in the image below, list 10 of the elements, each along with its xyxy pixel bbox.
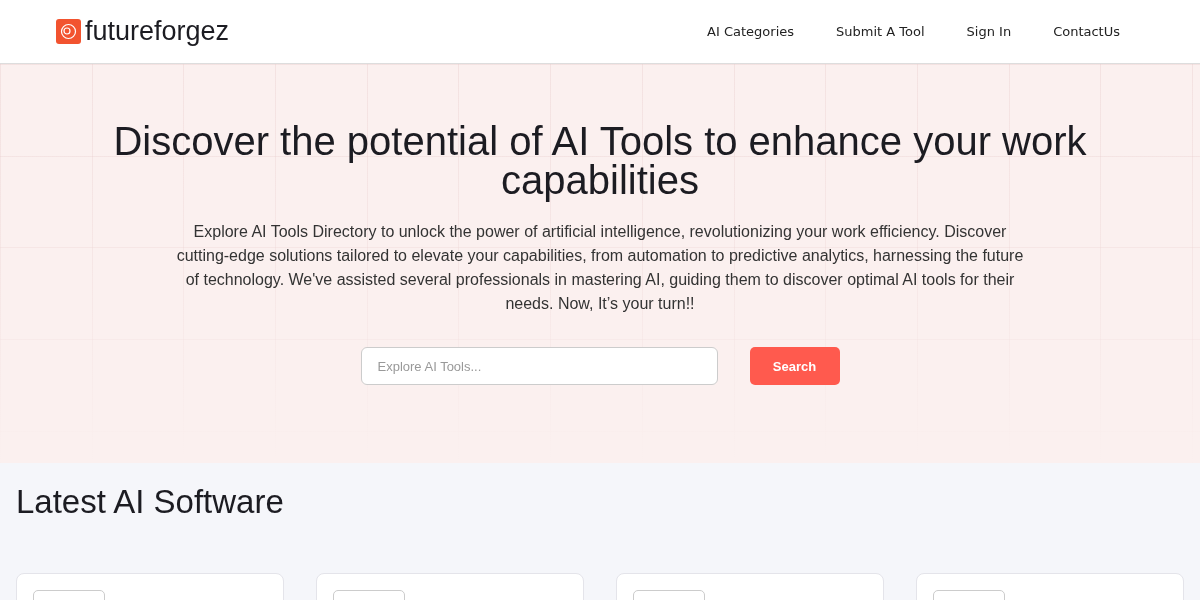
hero-title: Discover the potential of AI Tools to enhance your work capabilities	[112, 122, 1088, 200]
nav-link[interactable]: Submit A Tool	[836, 24, 925, 39]
section-title: Latest AI Software	[16, 483, 285, 521]
logo-text[interactable]: futureforgez	[85, 16, 230, 47]
logo-icon	[56, 19, 81, 44]
hero-description: Explore AI Tools Directory to unlock the power of artificial intelligence, revolutionizing your work efficiency. Discover cutting-edge solutions tailored to elevate your capabilities, from automation to predictive analytics, harnessing the future of technology. We've assisted several professionals in mastering AI, guiding them to discover optimal AI tools for their needs. Now, It’s your turn!!	[175, 222, 1025, 314]
nav-link[interactable]: AI Categories	[707, 24, 795, 39]
nav-link[interactable]: Sign In	[966, 24, 1012, 39]
nav-link[interactable]: ContactUs	[1053, 24, 1120, 39]
search-field[interactable]: Explore AI Tools...	[360, 347, 718, 385]
